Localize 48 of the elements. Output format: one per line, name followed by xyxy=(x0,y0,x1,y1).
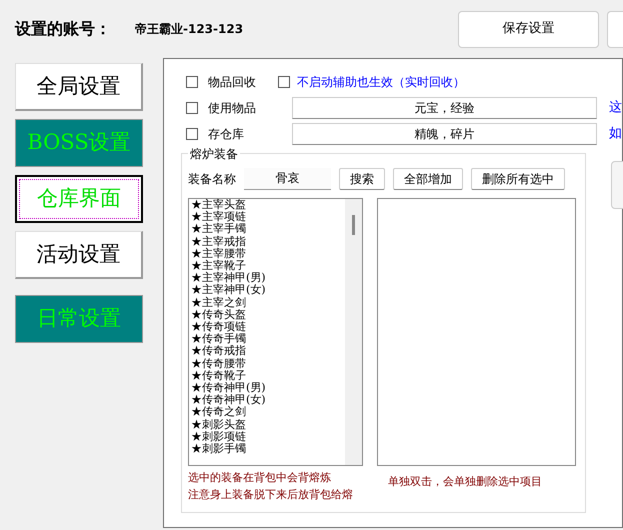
list-item[interactable]: ★主宰手镯 xyxy=(191,223,345,236)
action-button[interactable]: 搜索 xyxy=(339,168,385,190)
action-button[interactable]: 删除所有选中 xyxy=(471,168,565,190)
list-item[interactable]: ★传奇之剑 xyxy=(191,406,345,419)
list-item[interactable]: ★传奇戒指 xyxy=(191,345,345,358)
list-item[interactable]: ★传奇手镯 xyxy=(191,333,345,346)
nav-button[interactable]: 活动设置 xyxy=(15,231,143,279)
list-item[interactable]: ★刺影项链 xyxy=(191,430,345,444)
account-label: 设置的账号： xyxy=(15,18,112,40)
save-button[interactable]: 保存设置 xyxy=(458,10,599,48)
item-list-field[interactable]: 精魄，碎片 xyxy=(292,123,597,145)
list-item[interactable]: ★刺影头盔 xyxy=(191,418,345,431)
option-label: 物品回收 xyxy=(208,74,257,91)
list-item[interactable]: ★刺影手镯 xyxy=(191,443,345,456)
scroll-thumb[interactable] xyxy=(352,215,355,235)
search-field[interactable]: 骨哀 xyxy=(244,168,331,190)
option-label: 存仓库 xyxy=(208,126,245,143)
list-item[interactable]: ★主宰神甲(男) xyxy=(191,272,345,284)
option-label: 不启动辅助也生效（实时回收） xyxy=(297,74,465,91)
list-item[interactable]: ★传奇神甲(女) xyxy=(191,394,345,406)
list-item[interactable]: ★主宰靴子 xyxy=(191,260,345,272)
note-text: 这 xyxy=(609,99,622,118)
search-label: 装备名称 xyxy=(188,171,236,188)
list-item[interactable]: ★主宰戒指 xyxy=(191,236,345,248)
list-item[interactable]: ★传奇神甲(男) xyxy=(191,382,345,394)
nav-button[interactable]: 全局设置 xyxy=(15,63,143,111)
list-item[interactable]: ★主宰神甲(女) xyxy=(191,284,345,297)
checkbox[interactable] xyxy=(186,76,198,88)
option-label: 使用物品 xyxy=(208,100,257,117)
checkbox[interactable] xyxy=(186,102,198,114)
list-item[interactable]: ★传奇项链 xyxy=(191,321,345,334)
list-item[interactable]: ★传奇腰带 xyxy=(191,358,345,370)
list-item[interactable]: ★主宰之剑 xyxy=(191,296,345,309)
list-item[interactable]: ★主宰腰带 xyxy=(191,248,345,260)
action-button[interactable]: 全部增加 xyxy=(393,168,463,190)
list-item[interactable]: ★主宰头盔 xyxy=(191,199,345,212)
checkbox[interactable] xyxy=(186,128,198,140)
hint-text: 选中的装备在背包中会背熔炼 xyxy=(188,470,332,486)
account-value: 帝王霸业-123-123 xyxy=(135,21,244,38)
list-item[interactable]: ★主宰项链 xyxy=(191,211,345,224)
note-text: 如 xyxy=(609,125,622,144)
list-item[interactable]: ★传奇靴子 xyxy=(191,370,345,382)
checkbox[interactable] xyxy=(278,76,290,88)
scrollbar[interactable] xyxy=(345,199,362,465)
hint-text: 注意身上装备脱下来后放背包给熔 xyxy=(188,486,354,502)
hint-text: 单独双击，会单独删除选中项目 xyxy=(388,474,542,490)
list-item[interactable]: ★传奇头盔 xyxy=(191,308,345,322)
item-list-field[interactable]: 元宝，经验 xyxy=(292,97,597,119)
